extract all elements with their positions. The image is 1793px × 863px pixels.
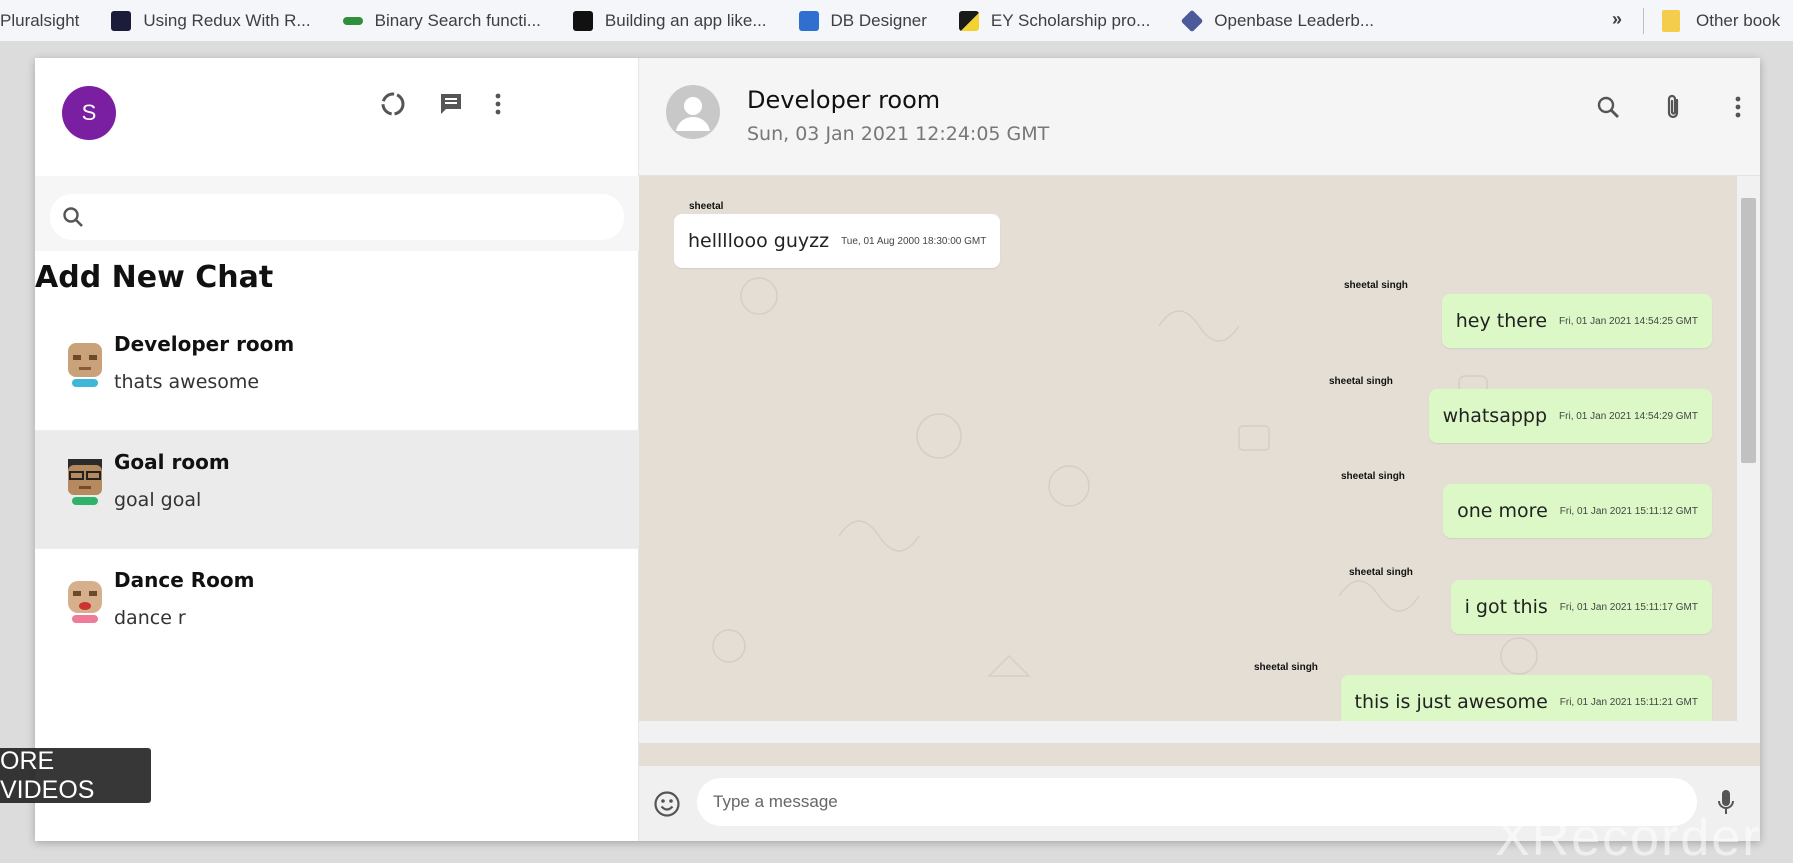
db-designer-favicon-icon: [798, 10, 819, 31]
more-videos-overlay-button[interactable]: ORE VIDEOS: [0, 747, 151, 804]
message-text: i got this: [1464, 596, 1548, 618]
message-sender: sheetal: [689, 201, 724, 212]
add-new-chat-button[interactable]: Add New Chat: [35, 260, 273, 295]
message-bubble-outgoing: one more Fri, 01 Jan 2021 15:11:12 GMT: [1443, 484, 1712, 538]
chat-menu-dots-icon[interactable]: [1718, 87, 1758, 127]
default-person-icon: [676, 97, 710, 131]
vertical-scrollbar[interactable]: [1737, 176, 1760, 721]
horizontal-scrollbar[interactable]: [639, 721, 1760, 743]
folder-icon: [1662, 10, 1680, 32]
chat-panel: Developer room Sun, 03 Jan 2021 12:24:05…: [639, 58, 1760, 841]
message-sender: sheetal singh: [1329, 376, 1393, 387]
message-text: this is just awesome: [1354, 691, 1548, 713]
message-text: whatsappp: [1442, 405, 1548, 427]
room-avatar[interactable]: [666, 85, 720, 139]
bookmark-label: Using Redux With R...: [143, 10, 311, 30]
status-icon[interactable]: [373, 84, 413, 124]
scrollbar-thumb[interactable]: [1741, 198, 1756, 463]
bookmark-label: Openbase Leaderb...: [1214, 10, 1375, 30]
search-icon[interactable]: [1588, 87, 1628, 127]
more-bookmarks-chevron-icon[interactable]: »: [1612, 9, 1622, 30]
message-bubble-incoming: hellllooo guyzz Tue, 01 Aug 2000 18:30:0…: [674, 214, 1001, 268]
chat-last-message: goal goal: [114, 489, 202, 511]
message-time: Fri, 01 Jan 2021 14:54:25 GMT: [1559, 315, 1698, 327]
bookmarks-bar: Pluralsight Using Redux With R... Binary…: [0, 0, 1793, 42]
bookmark-label: DB Designer: [830, 10, 927, 30]
sidebar: S Add New Chat Developer room thats awes…: [0, 58, 639, 841]
message-time: Fri, 01 Jan 2021 14:54:29 GMT: [1559, 410, 1698, 422]
message-time: Fri, 01 Jan 2021 15:11:12 GMT: [1559, 505, 1698, 517]
message-area[interactable]: sheetal hellllooo guyzz Tue, 01 Aug 2000…: [639, 176, 1760, 766]
gfg-favicon-icon: [342, 16, 363, 25]
recorder-watermark: XRecorder: [1495, 809, 1762, 863]
message-text: hellllooo guyzz: [688, 230, 830, 252]
bookmark-ey-scholarship[interactable]: EY Scholarship pro...: [958, 10, 1151, 31]
message-text: hey there: [1455, 310, 1548, 332]
bookmarks-separator: [1643, 8, 1644, 34]
message-bubble-outgoing: whatsappp Fri, 01 Jan 2021 14:54:29 GMT: [1428, 389, 1712, 443]
message-time: Fri, 01 Jan 2021 15:11:21 GMT: [1559, 696, 1698, 708]
bookmark-binary-search[interactable]: Binary Search functi...: [342, 10, 541, 31]
developer-room-avatar: [68, 343, 102, 387]
menu-dots-icon[interactable]: [478, 84, 518, 124]
redux-favicon-icon: [111, 10, 132, 31]
message-time: Tue, 01 Aug 2000 18:30:00 GMT: [841, 235, 987, 247]
emoji-icon[interactable]: [653, 790, 681, 818]
bookmark-redux[interactable]: Using Redux With R...: [111, 10, 311, 31]
search-input[interactable]: [94, 197, 624, 237]
room-last-seen: Sun, 03 Jan 2021 12:24:05 GMT: [747, 123, 1050, 145]
sidebar-header: S: [35, 58, 639, 176]
room-title: Developer room: [747, 86, 941, 114]
message-sender: sheetal singh: [1349, 567, 1413, 578]
bookmark-pluralsight[interactable]: Pluralsight: [0, 11, 79, 31]
search-icon: [62, 206, 84, 228]
bookmark-building-app[interactable]: Building an app like...: [572, 10, 767, 31]
avatar-letter: S: [81, 100, 97, 125]
goal-room-avatar: [68, 459, 102, 505]
ey-favicon-icon: [958, 10, 979, 31]
openbase-favicon-icon: [1180, 9, 1204, 32]
chat-item-developer-room[interactable]: Developer room thats awesome: [35, 313, 639, 431]
dance-room-avatar: [68, 581, 102, 623]
chat-name: Dance Room: [114, 568, 255, 592]
chat-last-message: dance r: [114, 607, 186, 629]
chat-last-message: thats awesome: [114, 371, 260, 393]
chat-name: Developer room: [114, 332, 295, 356]
message-time: Fri, 01 Jan 2021 15:11:17 GMT: [1559, 601, 1698, 613]
bookmark-label: Building an app like...: [604, 10, 767, 30]
bookmark-label: Pluralsight: [0, 10, 80, 30]
chat-header: Developer room Sun, 03 Jan 2021 12:24:05…: [639, 58, 1760, 176]
message-sender: sheetal singh: [1254, 662, 1318, 673]
medium-favicon-icon: [572, 10, 593, 31]
bookmark-db-designer[interactable]: DB Designer: [798, 10, 927, 31]
message-sender: sheetal singh: [1341, 471, 1405, 482]
other-bookmarks[interactable]: Other book: [1662, 10, 1780, 32]
bookmark-openbase[interactable]: Openbase Leaderb...: [1180, 9, 1375, 32]
search-box: [50, 194, 624, 240]
attach-file-icon[interactable]: [1653, 87, 1693, 127]
whatsapp-clone-app: S Add New Chat Developer room thats awes…: [0, 58, 1760, 841]
other-bookmarks-label: Other book: [1696, 11, 1781, 30]
message-sender: sheetal singh: [1344, 280, 1408, 291]
chat-item-goal-room[interactable]: Goal room goal goal: [35, 431, 639, 549]
search-container: [35, 176, 639, 251]
message-text: one more: [1457, 500, 1548, 522]
message-bubble-outgoing: i got this Fri, 01 Jan 2021 15:11:17 GMT: [1450, 580, 1712, 634]
chat-item-dance-room[interactable]: Dance Room dance r: [35, 549, 639, 667]
user-avatar[interactable]: S: [62, 86, 116, 140]
message-bubble-outgoing: hey there Fri, 01 Jan 2021 14:54:25 GMT: [1441, 294, 1712, 348]
bookmark-label: EY Scholarship pro...: [990, 10, 1151, 30]
new-chat-icon[interactable]: [431, 84, 471, 124]
bookmark-label: Binary Search functi...: [374, 10, 541, 30]
chat-name: Goal room: [114, 450, 230, 474]
